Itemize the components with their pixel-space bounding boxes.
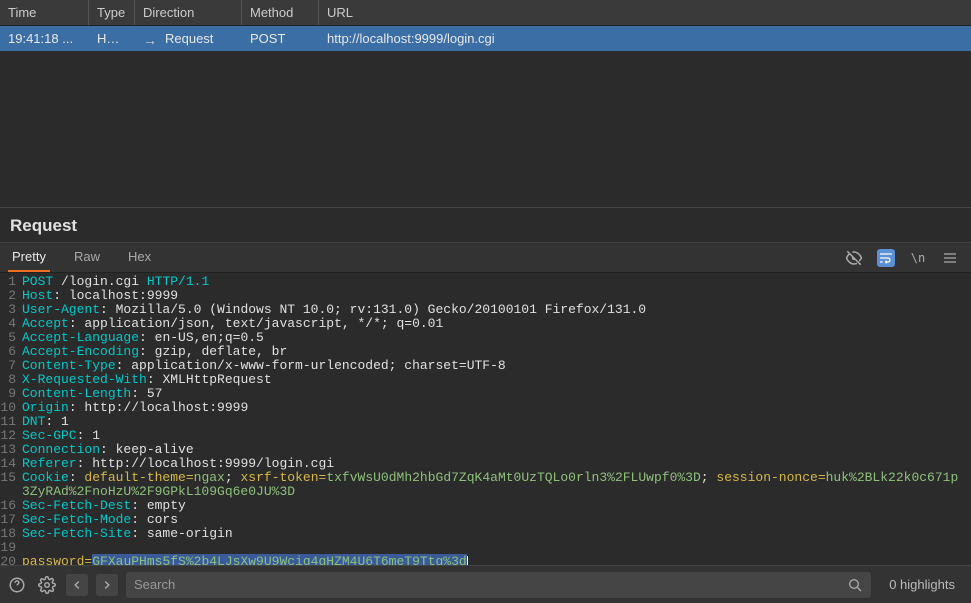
- tab-pretty[interactable]: Pretty: [8, 243, 50, 272]
- table-row[interactable]: 19:41:18 ... HTTP Request POST http://lo…: [0, 26, 971, 51]
- bottom-toolbar: 0 highlights: [0, 565, 971, 603]
- cell-type: HTTP: [89, 26, 135, 51]
- newline-toggle[interactable]: \n: [909, 249, 927, 267]
- code-editor[interactable]: 1POST /login.cgi HTTP/1.1 2Host: localho…: [0, 273, 971, 565]
- text-cursor: [467, 556, 468, 565]
- table-empty-area: [0, 51, 971, 207]
- table-header-row: Time Type Direction Method URL: [0, 0, 971, 26]
- tab-hex[interactable]: Hex: [124, 243, 155, 272]
- direction-text: Request: [165, 31, 213, 46]
- search-input[interactable]: [134, 577, 847, 592]
- search-icon[interactable]: [847, 577, 863, 593]
- column-header-type[interactable]: Type: [89, 0, 135, 25]
- highlights-count: 0 highlights: [879, 577, 965, 592]
- cell-url: http://localhost:9999/login.cgi: [319, 26, 971, 51]
- tab-raw[interactable]: Raw: [70, 243, 104, 272]
- tab-bar: Pretty Raw Hex \n: [0, 243, 971, 273]
- cell-time: 19:41:18 ...: [0, 26, 89, 51]
- gear-icon[interactable]: [36, 574, 58, 596]
- menu-icon[interactable]: [941, 249, 959, 267]
- hide-icon[interactable]: [845, 249, 863, 267]
- section-title: Request: [0, 208, 971, 243]
- request-section: Request Pretty Raw Hex \n 1POST /login.c…: [0, 208, 971, 565]
- column-header-url[interactable]: URL: [319, 0, 971, 25]
- tabs: Pretty Raw Hex: [8, 243, 155, 272]
- column-header-time[interactable]: Time: [0, 0, 89, 25]
- back-button[interactable]: [66, 574, 88, 596]
- forward-button[interactable]: [96, 574, 118, 596]
- arrow-right-icon: [143, 32, 157, 46]
- cell-direction: Request: [135, 26, 242, 51]
- column-header-direction[interactable]: Direction: [135, 0, 242, 25]
- network-table-pane: Time Type Direction Method URL 19:41:18 …: [0, 0, 971, 208]
- column-header-method[interactable]: Method: [242, 0, 319, 25]
- search-box[interactable]: [126, 572, 871, 598]
- wrap-icon[interactable]: [877, 249, 895, 267]
- tab-toolbar: \n: [845, 249, 963, 267]
- cell-method: POST: [242, 26, 319, 51]
- help-icon[interactable]: [6, 574, 28, 596]
